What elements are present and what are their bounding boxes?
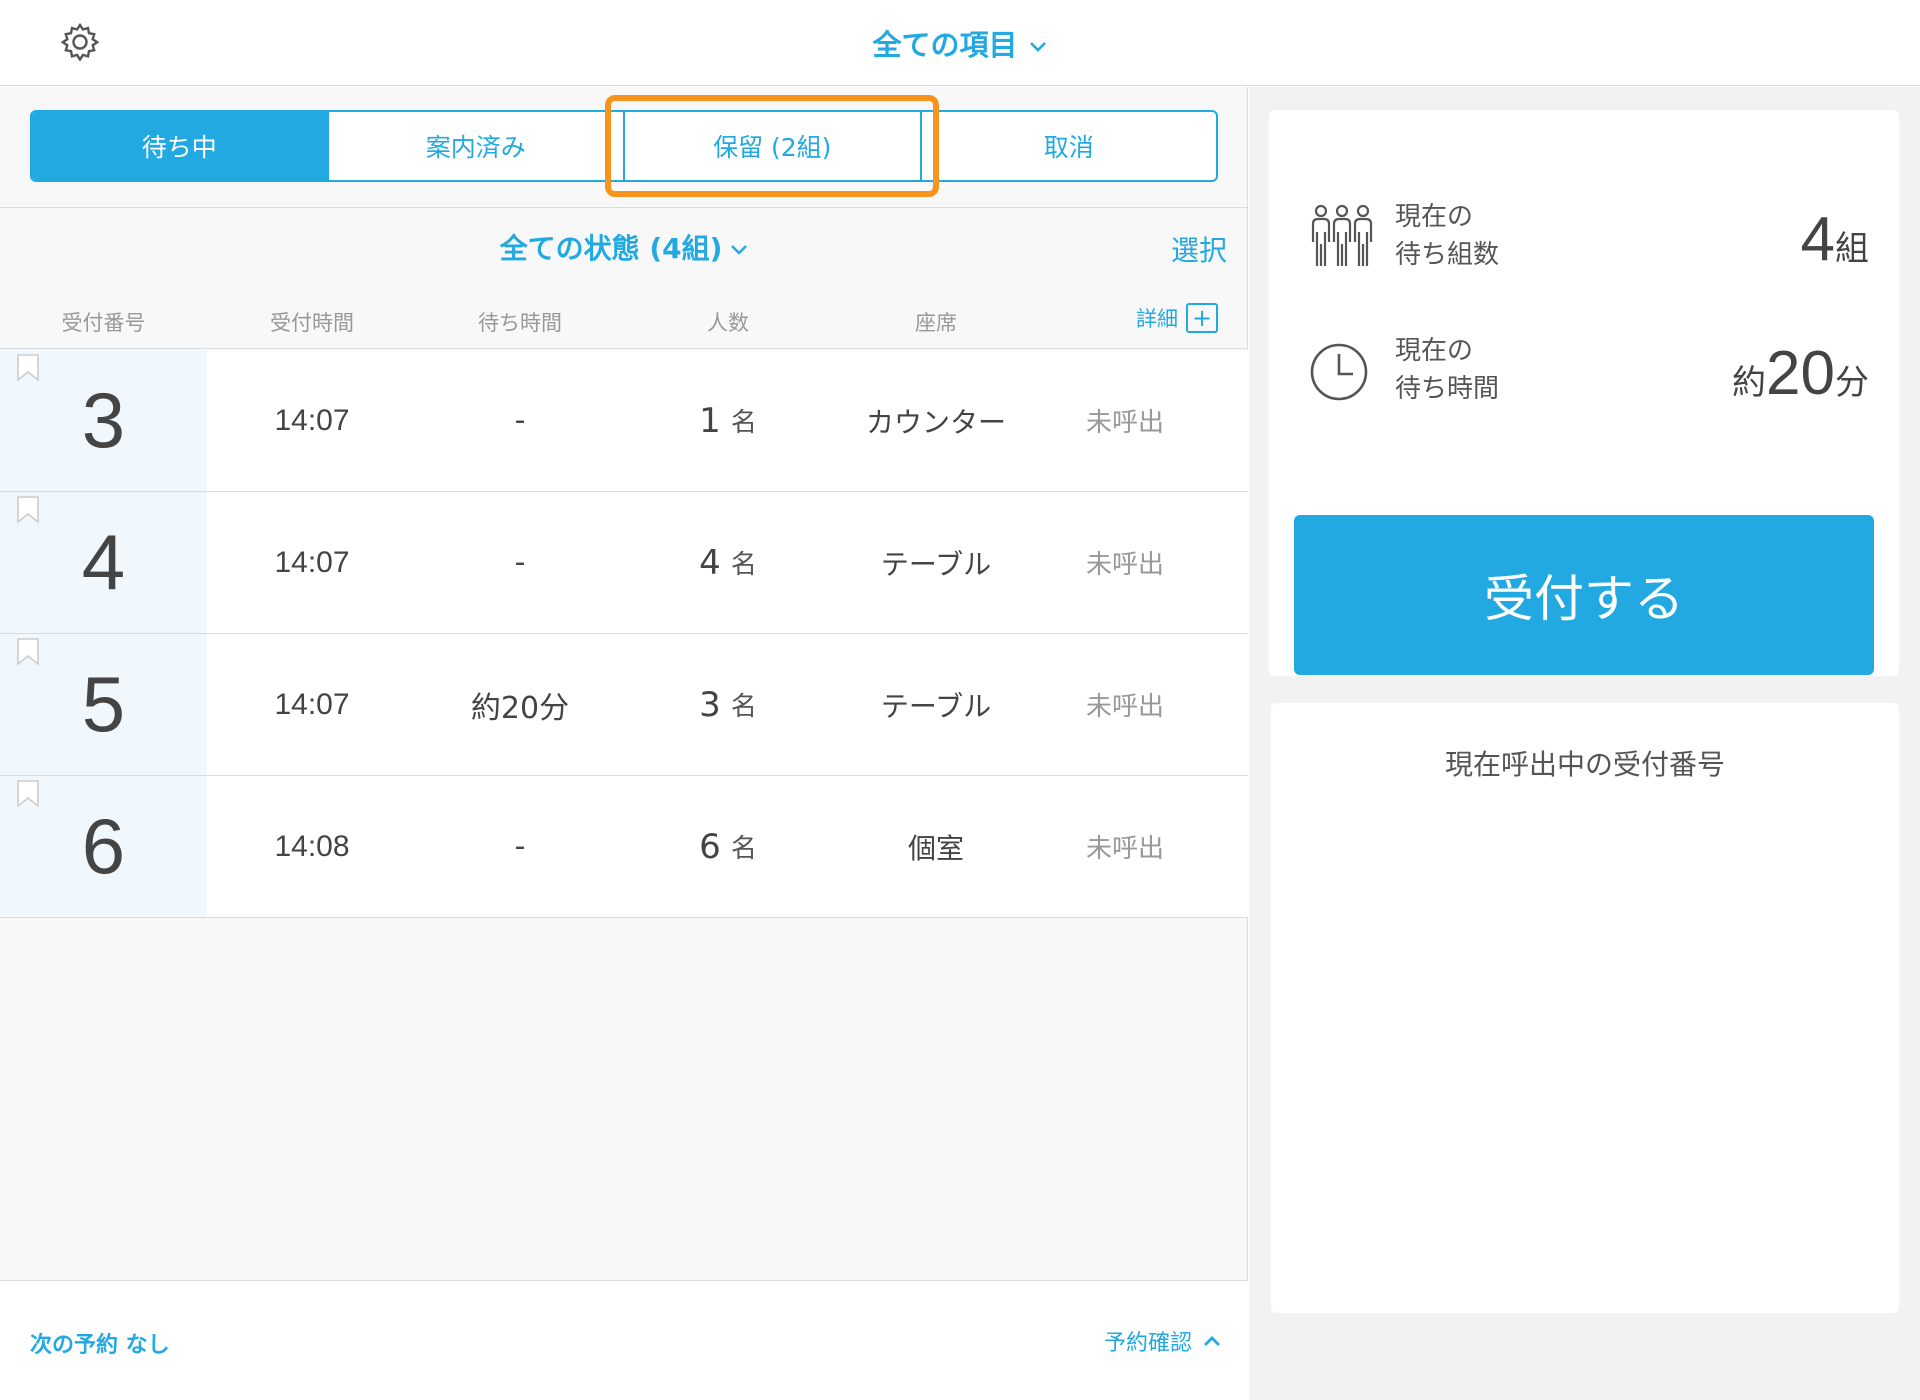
reservation-confirm-label: 予約確認 [1103, 1331, 1192, 1356]
column-header-wait: 待ち時間 [478, 311, 562, 335]
status-filter-dropdown[interactable]: 全ての状態 (4組) [0, 227, 1248, 267]
tab-waiting[interactable]: 待ち中 [32, 112, 329, 180]
waiting-groups-label: 現在の 待ち組数 [1395, 202, 1500, 270]
column-header-number: 受付番号 [61, 311, 146, 335]
seat-type: 個室 [907, 831, 964, 865]
party-unit: 名 [730, 692, 757, 722]
party-unit: 名 [730, 408, 757, 438]
bookmark-icon[interactable] [16, 496, 40, 524]
reservation-confirm-button[interactable]: 予約確認 [1104, 1325, 1222, 1357]
tab-cancelled[interactable]: 取消 [922, 112, 1217, 180]
call-status: 未呼出 [1086, 408, 1165, 438]
queue-panel: 待ち中 案内済み 保留 (2組) 取消 全ての状態 (4組) 選択 受付番号 受… [0, 87, 1248, 1400]
call-status: 未呼出 [1086, 834, 1165, 864]
party-unit: 名 [730, 550, 757, 580]
call-status: 未呼出 [1086, 550, 1165, 580]
chevron-up-icon [1204, 1336, 1220, 1346]
chevron-down-icon [731, 245, 748, 255]
table-row[interactable]: 5 14:07 約20分 3名 テーブル 未呼出 [0, 634, 1248, 776]
table-row[interactable]: 6 14:08 - 6名 個室 未呼出 [0, 776, 1248, 918]
status-tabs: 待ち中 案内済み 保留 (2組) 取消 [30, 110, 1218, 182]
seat-type: テーブル [880, 547, 992, 581]
calling-numbers-card: 現在呼出中の受付番号 [1271, 703, 1899, 1313]
bookmark-icon[interactable] [16, 780, 40, 808]
column-header-time: 受付時間 [270, 311, 354, 335]
column-header-party: 人数 [707, 311, 749, 335]
wait-time-label: 現在の 待ち時間 [1395, 336, 1500, 404]
table-header: 受付番号 受付時間 待ち時間 人数 座席 詳細 + [0, 303, 1248, 349]
detail-label: 詳細 [1136, 307, 1178, 331]
detail-toggle-button[interactable]: 詳細 + [1136, 303, 1218, 333]
wait-time-value: 約20分 [1732, 339, 1869, 408]
wait-time-stat: 現在の 待ち時間 約20分 [1309, 332, 1869, 422]
party-size: 6名 [624, 776, 832, 917]
party-count: 3 [699, 684, 721, 725]
table-row[interactable]: 3 14:07 - 1名 カウンター 未呼出 [0, 350, 1248, 492]
clock-icon [1310, 343, 1368, 401]
tab-guided[interactable]: 案内済み [329, 112, 625, 180]
summary-panel: 現在の 待ち組数 4組 現在の 待ち時間 約20分 受付する 現在呼出中の受付番… [1249, 87, 1920, 1400]
people-group-icon [1311, 204, 1373, 266]
reception-time: 14:08 [274, 829, 350, 863]
bookmark-icon[interactable] [16, 638, 40, 666]
party-size: 1名 [624, 350, 832, 491]
reception-time: 14:07 [274, 687, 350, 721]
tab-on-hold[interactable]: 保留 (2組) [625, 112, 922, 180]
bookmark-icon[interactable] [16, 354, 40, 382]
party-size: 3名 [624, 634, 832, 775]
party-size: 4名 [624, 492, 832, 633]
register-button[interactable]: 受付する [1294, 515, 1874, 675]
call-status: 未呼出 [1086, 692, 1165, 722]
party-unit: 名 [730, 834, 757, 864]
party-count: 6 [699, 826, 721, 867]
queue-list: 3 14:07 - 1名 カウンター 未呼出 4 14:07 - 4名 テーブル… [0, 350, 1248, 918]
column-header-seat: 座席 [915, 311, 957, 335]
wait-time: - [514, 829, 526, 864]
party-count: 4 [699, 542, 721, 583]
stats-card: 現在の 待ち組数 4組 現在の 待ち時間 約20分 受付する [1269, 110, 1899, 676]
item-filter-label: 全ての項目 [872, 28, 1018, 62]
reception-time: 14:07 [274, 403, 350, 437]
calling-numbers-title: 現在呼出中の受付番号 [1444, 748, 1725, 781]
seat-type: カウンター [865, 405, 1006, 439]
waiting-groups-stat: 現在の 待ち組数 4組 [1309, 198, 1869, 288]
waiting-groups-value: 4組 [1800, 205, 1869, 274]
app-header: 全ての項目 [0, 0, 1920, 86]
chevron-down-icon [1029, 42, 1046, 52]
plus-icon: + [1186, 303, 1218, 333]
status-filter-label: 全ての状態 (4組) [499, 232, 723, 265]
seat-type: テーブル [880, 689, 992, 723]
reception-time: 14:07 [274, 545, 350, 579]
reservation-footer: 次の予約 なし 予約確認 [0, 1280, 1248, 1400]
wait-time: 約20分 [470, 690, 570, 726]
wait-time: - [514, 545, 526, 580]
party-count: 1 [699, 400, 721, 441]
next-reservation-text: 次の予約 なし [30, 1333, 170, 1358]
item-filter-dropdown[interactable]: 全ての項目 [0, 22, 1920, 64]
wait-time: - [514, 403, 526, 438]
table-row[interactable]: 4 14:07 - 4名 テーブル 未呼出 [0, 492, 1248, 634]
select-button[interactable]: 選択 [1171, 229, 1227, 269]
divider [0, 207, 1248, 208]
